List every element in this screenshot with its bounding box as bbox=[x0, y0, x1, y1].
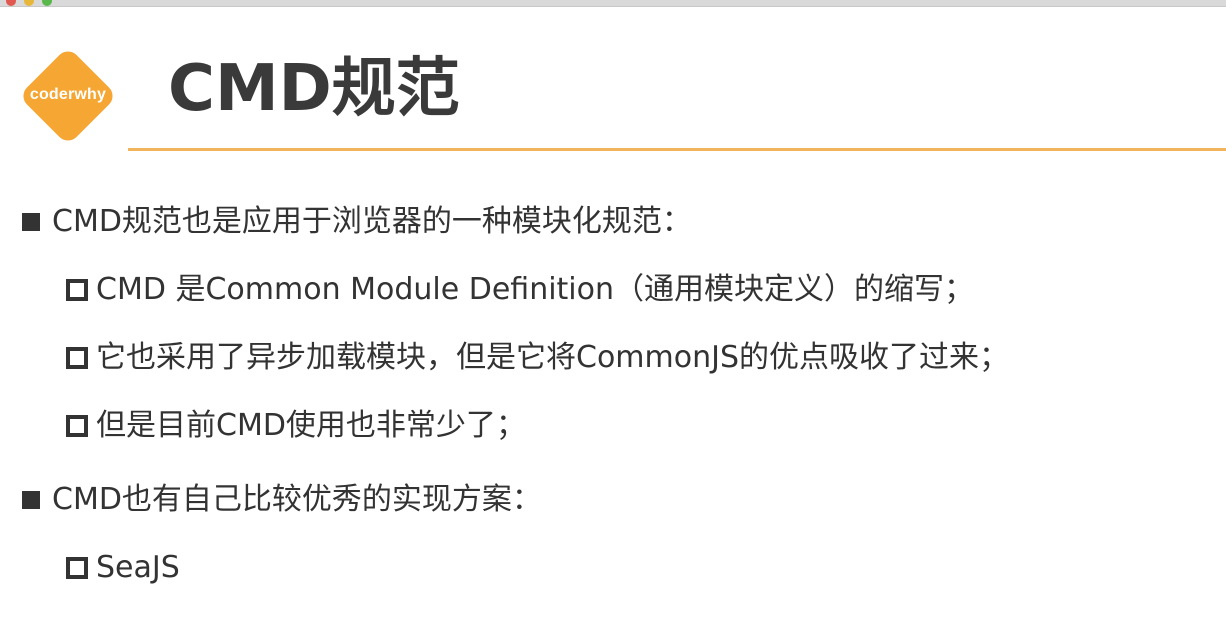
bullet-text: CMD规范也是应用于浏览器的一种模块化规范： bbox=[52, 204, 692, 239]
logo-text: coderwhy bbox=[29, 86, 107, 103]
bullet-item: CMD规范也是应用于浏览器的一种模块化规范： bbox=[22, 202, 692, 242]
sub-bullet-item: SeaJS bbox=[66, 548, 180, 588]
sub-bullet-text: SeaJS bbox=[96, 550, 180, 585]
sub-bullet-text: 但是目前CMD使用也非常少了； bbox=[96, 408, 526, 443]
hollow-square-bullet-icon bbox=[66, 347, 88, 369]
coderwhy-logo: coderwhy bbox=[18, 46, 118, 146]
filled-square-bullet-icon bbox=[22, 491, 40, 509]
bullet-text: CMD也有自己比较优秀的实现方案： bbox=[52, 482, 542, 517]
sub-bullet-item: 但是目前CMD使用也非常少了； bbox=[66, 406, 526, 446]
page-title: CMD规范 bbox=[168, 52, 460, 126]
sub-bullet-text: 它也采用了异步加载模块，但是它将CommonJS的优点吸收了过来； bbox=[96, 340, 1010, 375]
window-close-icon[interactable] bbox=[6, 0, 16, 6]
bullet-item: CMD也有自己比较优秀的实现方案： bbox=[22, 480, 542, 520]
sub-bullet-text: CMD 是Common Module Definition（通用模块定义）的缩写… bbox=[96, 272, 975, 307]
title-divider bbox=[128, 148, 1226, 151]
filled-square-bullet-icon bbox=[22, 213, 40, 231]
hollow-square-bullet-icon bbox=[66, 557, 88, 579]
window-zoom-icon[interactable] bbox=[42, 0, 52, 6]
hollow-square-bullet-icon bbox=[66, 415, 88, 437]
sub-bullet-item: CMD 是Common Module Definition（通用模块定义）的缩写… bbox=[66, 270, 974, 310]
sub-bullet-item: 它也采用了异步加载模块，但是它将CommonJS的优点吸收了过来； bbox=[66, 338, 1009, 378]
hollow-square-bullet-icon bbox=[66, 279, 88, 301]
window-minimize-icon[interactable] bbox=[24, 0, 34, 6]
window-top-strip bbox=[0, 0, 1226, 7]
